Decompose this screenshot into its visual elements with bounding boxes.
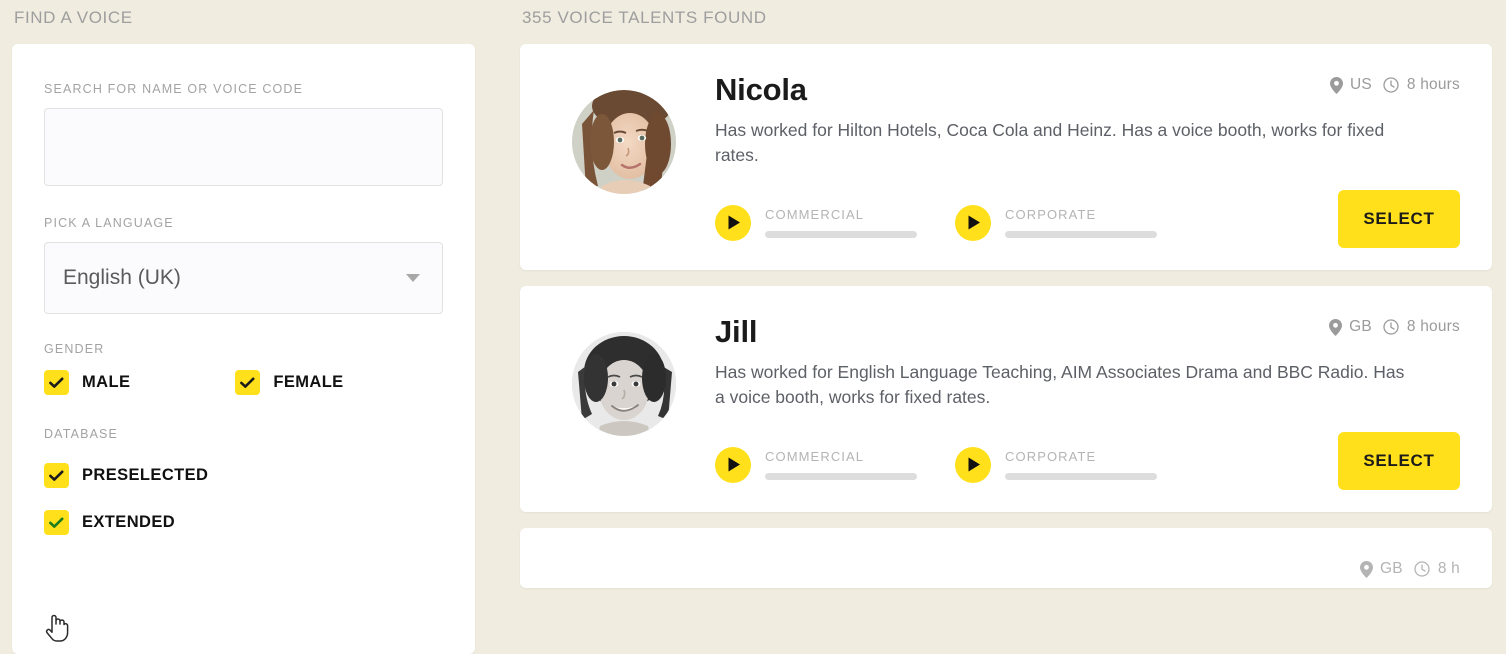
sample-progress-bar[interactable] xyxy=(1005,231,1157,238)
language-selected-value: English (UK) xyxy=(63,266,406,290)
clock-icon xyxy=(1383,77,1399,93)
sample-label: CORPORATE xyxy=(1005,207,1157,222)
database-label: DATABASE xyxy=(44,427,443,441)
checkbox-male-label: MALE xyxy=(82,373,130,392)
play-icon[interactable] xyxy=(955,447,991,483)
talent-description: Has worked for Hilton Hotels, Coca Cola … xyxy=(715,118,1405,169)
language-field-label: PICK A LANGUAGE xyxy=(44,216,443,230)
language-select-wrap: English (UK) xyxy=(44,242,443,314)
sample-progress-bar[interactable] xyxy=(1005,473,1157,480)
talent-country: GB xyxy=(1380,560,1403,578)
search-input[interactable] xyxy=(44,108,443,186)
card-body: GB 8 hours Jill Has worked for English L… xyxy=(676,316,1460,484)
results-heading: 355 VOICE TALENTS FOUND xyxy=(520,8,1492,28)
avatar xyxy=(572,90,676,194)
language-select[interactable]: English (UK) xyxy=(44,242,443,314)
play-icon[interactable] xyxy=(955,205,991,241)
checkbox-checked-icon[interactable] xyxy=(44,463,69,488)
sample-label: CORPORATE xyxy=(1005,449,1157,464)
checkbox-checked-icon[interactable] xyxy=(235,370,260,395)
checkbox-preselected[interactable]: PRESELECTED xyxy=(44,463,208,488)
gender-checkbox-row: MALE FEMALE xyxy=(44,370,443,395)
checkbox-checked-icon[interactable] xyxy=(44,510,69,535)
checkbox-extended[interactable]: EXTENDED xyxy=(44,510,175,535)
talent-meta: US 8 hours xyxy=(1330,76,1460,94)
checkbox-extended-label: EXTENDED xyxy=(82,513,175,532)
search-field-label: SEARCH FOR NAME OR VOICE CODE xyxy=(44,82,443,96)
talent-response-time: 8 hours xyxy=(1407,318,1460,336)
card-body: US 8 hours Nicola Has worked for Hilton … xyxy=(676,74,1460,242)
talent-meta: GB 8 h xyxy=(1360,560,1460,578)
database-extended-row: EXTENDED xyxy=(44,510,443,535)
location-pin-icon xyxy=(1360,561,1373,578)
filter-panel: SEARCH FOR NAME OR VOICE CODE PICK A LAN… xyxy=(12,44,475,654)
location-pin-icon xyxy=(1329,319,1342,336)
avatar xyxy=(572,332,676,436)
location-pin-icon xyxy=(1330,77,1343,94)
checkbox-female[interactable]: FEMALE xyxy=(235,370,343,395)
sample-label: COMMERCIAL xyxy=(765,449,917,464)
chevron-down-icon xyxy=(406,274,420,282)
gender-label: GENDER xyxy=(44,342,443,356)
checkbox-male[interactable]: MALE xyxy=(44,370,130,395)
talent-country: US xyxy=(1350,76,1372,94)
sample-item[interactable]: CORPORATE xyxy=(955,205,1157,241)
sample-label: COMMERCIAL xyxy=(765,207,917,222)
sample-progress-bar[interactable] xyxy=(765,473,917,480)
sample-item[interactable]: COMMERCIAL xyxy=(715,205,917,241)
select-button[interactable]: SELECT xyxy=(1338,190,1460,248)
sample-item[interactable]: COMMERCIAL xyxy=(715,447,917,483)
filter-sidebar: FIND A VOICE SEARCH FOR NAME OR VOICE CO… xyxy=(0,0,483,654)
talent-response-time: 8 hours xyxy=(1407,76,1460,94)
play-icon[interactable] xyxy=(715,447,751,483)
play-icon[interactable] xyxy=(715,205,751,241)
sample-progress-bar[interactable] xyxy=(765,231,917,238)
talent-meta: GB 8 hours xyxy=(1329,318,1460,336)
talent-response-time: 8 h xyxy=(1438,560,1460,578)
voice-talent-card[interactable]: GB 8 hours Jill Has worked for English L… xyxy=(520,286,1492,512)
voice-search-page: FIND A VOICE SEARCH FOR NAME OR VOICE CO… xyxy=(0,0,1506,654)
sidebar-heading: FIND A VOICE xyxy=(12,8,483,28)
select-button[interactable]: SELECT xyxy=(1338,432,1460,490)
talent-description: Has worked for English Language Teaching… xyxy=(715,360,1405,411)
clock-icon xyxy=(1383,319,1399,335)
clock-icon xyxy=(1414,561,1430,577)
voice-talent-card[interactable]: US 8 hours Nicola Has worked for Hilton … xyxy=(520,44,1492,270)
sample-item[interactable]: CORPORATE xyxy=(955,447,1157,483)
checkbox-preselected-label: PRESELECTED xyxy=(82,466,208,485)
database-preselected-row: PRESELECTED xyxy=(44,463,443,488)
results-column: 355 VOICE TALENTS FOUND xyxy=(483,0,1506,654)
checkbox-female-label: FEMALE xyxy=(273,373,343,392)
checkbox-checked-icon[interactable] xyxy=(44,370,69,395)
voice-talent-card-partial[interactable]: GB 8 h xyxy=(520,528,1492,588)
talent-country: GB xyxy=(1349,318,1372,336)
